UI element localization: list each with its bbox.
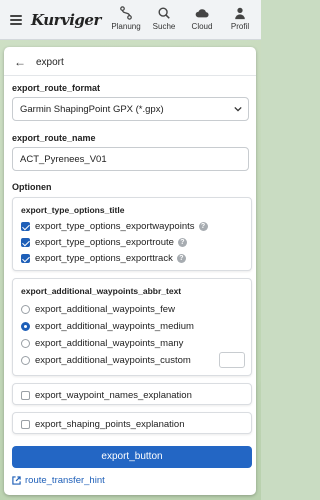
checkbox-label: export_shaping_points_explanation <box>35 419 185 430</box>
nav-label: Cloud <box>191 22 213 31</box>
format-value: Garmin ShapingPoint GPX (*.gpx) <box>20 104 164 115</box>
user-icon <box>235 7 245 20</box>
help-icon[interactable]: ? <box>177 238 187 247</box>
divider <box>4 75 256 76</box>
radio-medium[interactable] <box>21 322 30 331</box>
route-icon <box>120 6 132 20</box>
type-options-group: export_type_options_title export_type_op… <box>12 197 252 271</box>
cloud-icon <box>195 9 209 18</box>
app-logo[interactable]: Kurviger <box>31 11 101 29</box>
name-label: export_route_name <box>12 133 96 143</box>
radio-label: export_additional_waypoints_few <box>35 304 175 315</box>
radio-custom[interactable] <box>21 356 30 365</box>
radio-row[interactable]: export_additional_waypoints_medium <box>21 321 194 332</box>
radio-few[interactable] <box>21 305 30 314</box>
radio-row[interactable]: export_additional_waypoints_few <box>21 304 175 315</box>
checkbox-waypoint-names[interactable] <box>21 391 30 400</box>
nav-item-suche[interactable]: Suche <box>149 6 179 31</box>
route-name-value: ACT_Pyrenees_V01 <box>20 154 107 165</box>
additional-waypoints-group: export_additional_waypoints_abbr_text ex… <box>12 278 252 376</box>
chevron-down-icon <box>234 106 242 112</box>
nav-label: Planung <box>111 22 141 31</box>
nav-item-planung[interactable]: Planung <box>111 6 141 31</box>
hint-label: route_transfer_hint <box>25 475 105 486</box>
radio-many[interactable] <box>21 339 30 348</box>
additional-waypoints-title: export_additional_waypoints_abbr_text <box>21 286 182 296</box>
checkbox-exportroute[interactable] <box>21 238 30 247</box>
checkbox-exportwaypoints[interactable] <box>21 222 30 231</box>
radio-label: export_additional_waypoints_many <box>35 338 184 349</box>
back-arrow-icon[interactable]: ← <box>14 55 28 69</box>
menu-icon[interactable] <box>10 15 22 25</box>
radio-row[interactable]: export_additional_waypoints_many <box>21 338 183 349</box>
checkbox-row[interactable]: export_shaping_points_explanation <box>21 419 184 430</box>
checkbox-label: export_type_options_exportwaypoints <box>35 221 195 232</box>
options-label: Optionen <box>12 182 52 192</box>
checkbox-shaping-points[interactable] <box>21 420 30 429</box>
radio-label: export_additional_waypoints_medium <box>35 321 194 332</box>
type-options-title: export_type_options_title <box>21 205 125 215</box>
checkbox-row[interactable]: export_waypoint_names_explanation <box>21 390 192 401</box>
nav-item-profil[interactable]: Profil <box>225 6 255 31</box>
help-icon[interactable]: ? <box>198 222 208 231</box>
top-nav: Planung Suche Cloud Profil <box>111 6 255 31</box>
route-name-input[interactable]: ACT_Pyrenees_V01 <box>12 147 249 171</box>
external-link-icon <box>12 476 21 485</box>
panel-title: export <box>36 56 64 68</box>
checkbox-label: export_type_options_exportroute <box>35 237 174 248</box>
export-button[interactable]: export_button <box>12 446 252 468</box>
checkbox-label: export_waypoint_names_explanation <box>35 390 192 401</box>
route-transfer-hint-link[interactable]: route_transfer_hint <box>12 475 105 486</box>
top-bar: Kurviger Planung Suche Cloud Profil <box>0 0 261 40</box>
shaping-points-option[interactable]: export_shaping_points_explanation <box>12 412 252 434</box>
checkbox-label: export_type_options_exporttrack <box>35 253 173 264</box>
search-icon <box>158 7 170 19</box>
export-panel: ← export export_route_format Garmin Shap… <box>4 47 256 495</box>
radio-label: export_additional_waypoints_custom <box>35 355 191 366</box>
checkbox-exporttrack[interactable] <box>21 254 30 263</box>
help-icon[interactable]: ? <box>176 254 186 263</box>
format-select[interactable]: Garmin ShapingPoint GPX (*.gpx) <box>12 97 249 121</box>
checkbox-row[interactable]: export_type_options_exportroute ? <box>21 237 187 248</box>
nav-label: Profil <box>230 22 250 31</box>
checkbox-row[interactable]: export_type_options_exportwaypoints ? <box>21 221 208 232</box>
radio-row[interactable]: export_additional_waypoints_custom <box>21 355 191 366</box>
waypoint-names-option[interactable]: export_waypoint_names_explanation <box>12 383 252 405</box>
panel-header: ← export <box>14 55 64 69</box>
nav-item-cloud[interactable]: Cloud <box>187 6 217 31</box>
format-label: export_route_format <box>12 83 101 93</box>
custom-waypoints-input[interactable] <box>219 352 245 368</box>
nav-label: Suche <box>152 22 176 31</box>
checkbox-row[interactable]: export_type_options_exporttrack ? <box>21 253 186 264</box>
